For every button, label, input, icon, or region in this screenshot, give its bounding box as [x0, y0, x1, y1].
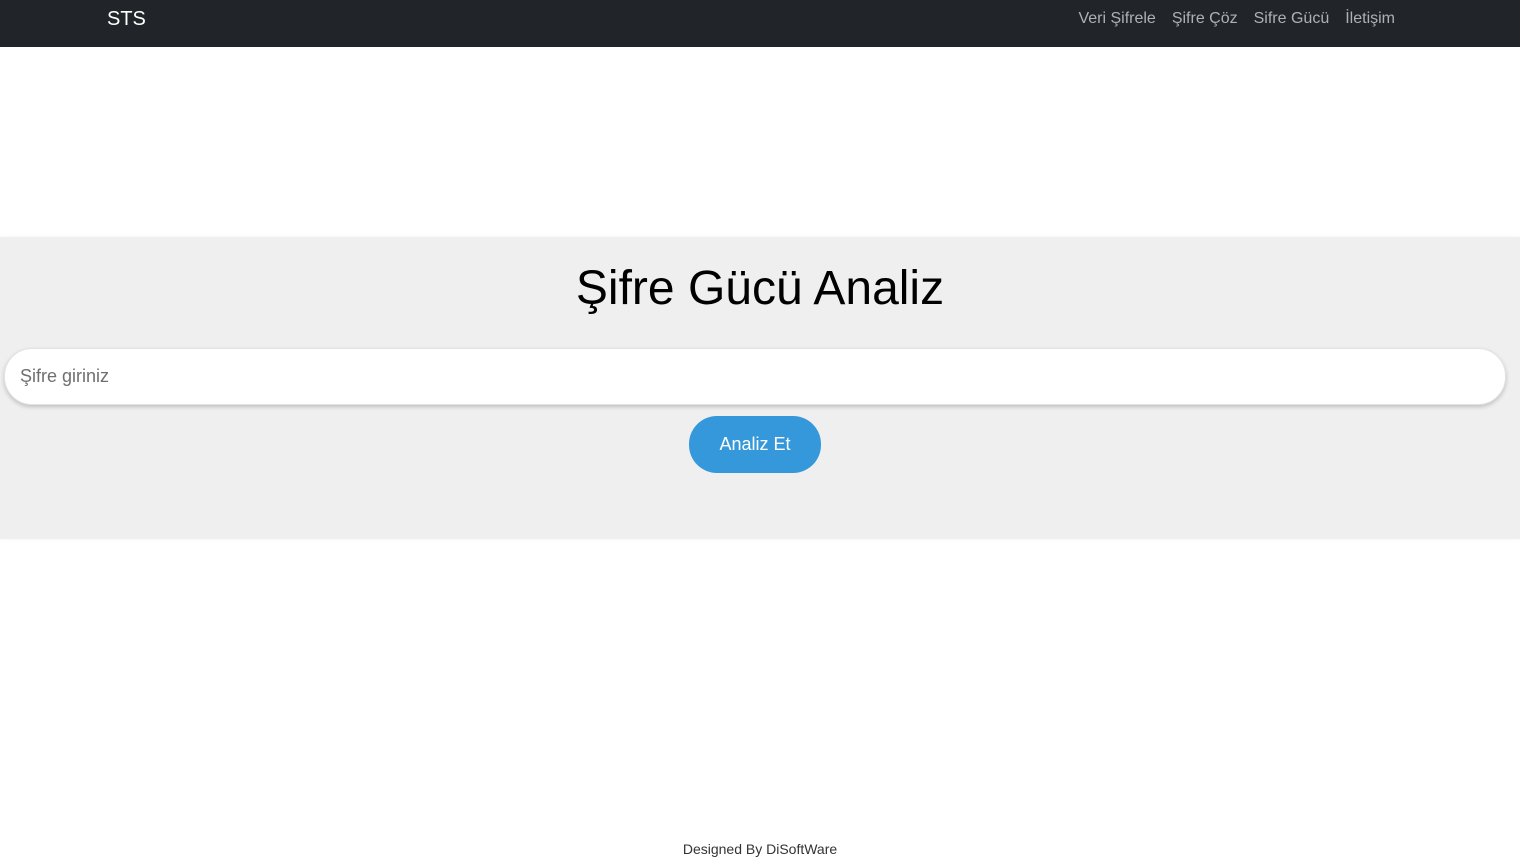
nav-link-sifre-coz[interactable]: Şifre Çöz	[1172, 10, 1238, 28]
password-input[interactable]	[4, 348, 1506, 405]
password-strength-section: Şifre Gücü Analiz Analiz Et	[0, 237, 1520, 539]
nav-links: Veri Şifrele Şifre Çöz Sifre Gücü İletiş…	[1078, 0, 1395, 37]
brand-logo[interactable]: STS	[107, 7, 146, 31]
nav-link-sifre-gucu[interactable]: Sifre Gücü	[1254, 10, 1330, 28]
analyze-button[interactable]: Analiz Et	[689, 416, 821, 473]
footer-credit: Designed By DiSoftWare	[682, 841, 838, 857]
nav-link-iletisim[interactable]: İletişim	[1345, 10, 1395, 28]
top-navbar: STS Veri Şifrele Şifre Çöz Sifre Gücü İl…	[0, 0, 1520, 47]
page-title: Şifre Gücü Analiz	[575, 262, 945, 315]
nav-link-veri-sifrele[interactable]: Veri Şifrele	[1078, 10, 1155, 28]
